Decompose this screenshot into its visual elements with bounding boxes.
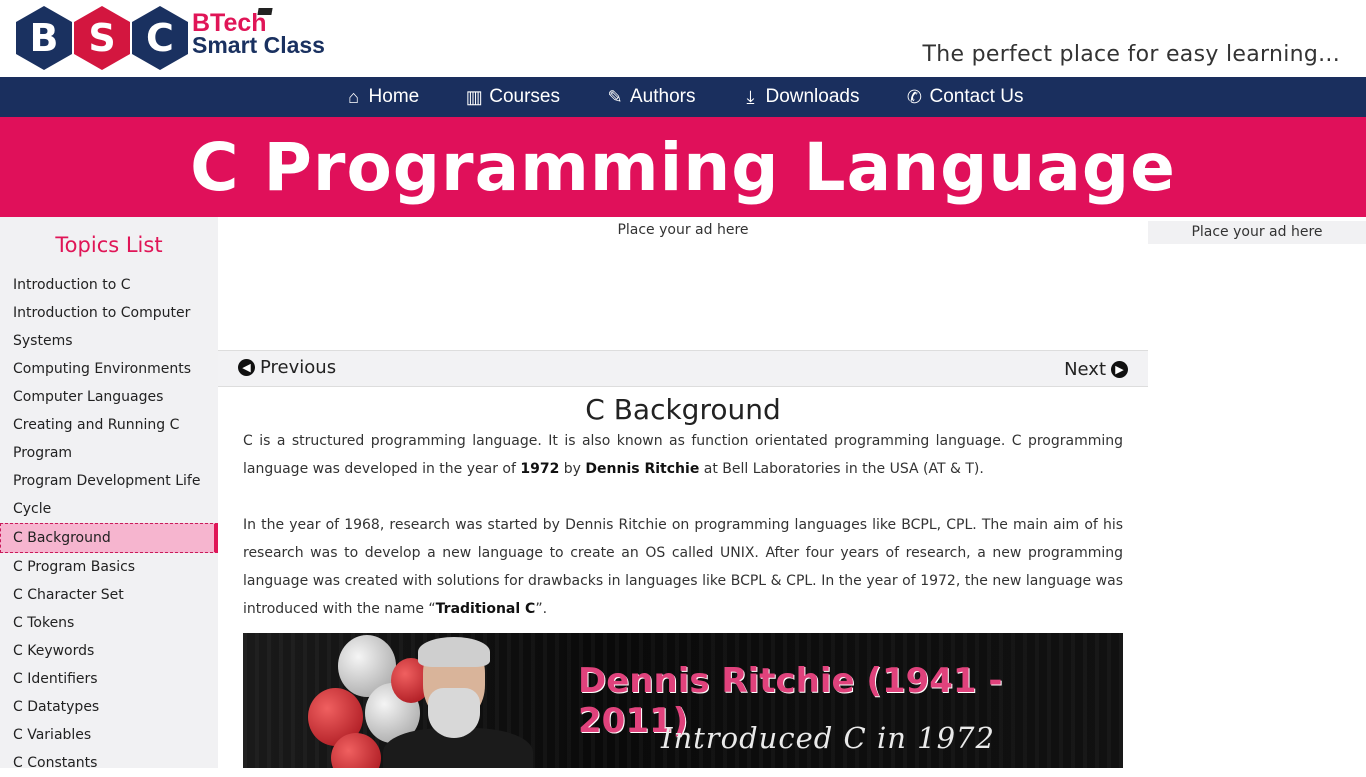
ad-placeholder-right[interactable]: Place your ad here	[1148, 221, 1366, 244]
next-link[interactable]: Next ▶	[1064, 359, 1128, 380]
paragraph-1: C is a structured programming language. …	[243, 433, 1123, 477]
previous-label: Previous	[260, 357, 337, 378]
site-logo[interactable]: B S C BTech Smart Class	[14, 4, 325, 72]
sidebar-topic[interactable]: Computer Languages	[0, 383, 218, 411]
logo-hex-s: S	[72, 5, 132, 71]
pager-bar: ◀ Previous Next ▶	[218, 350, 1148, 387]
sidebar-topic[interactable]: Program Development Life	[0, 467, 218, 495]
sidebar-topic[interactable]: C Datatypes	[0, 693, 218, 721]
download-icon: ⤓	[746, 86, 755, 107]
sidebar-topic[interactable]: Cycle	[0, 495, 218, 523]
ad-placeholder-main[interactable]: Place your ad here	[218, 222, 1148, 238]
previous-link[interactable]: ◀ Previous	[238, 357, 336, 378]
paragraph-2: In the year of 1968, research was starte…	[243, 517, 1123, 617]
page-banner: C Programming Language	[0, 117, 1366, 217]
tagline: The perfect place for easy learning...	[922, 42, 1340, 67]
logo-text: BTech Smart Class	[192, 9, 325, 58]
arrow-right-icon: ▶	[1111, 361, 1128, 378]
sidebar-topic[interactable]: C Character Set	[0, 581, 218, 609]
logo-line1: BTech	[192, 9, 267, 37]
sidebar-topic[interactable]: C Constants	[0, 749, 218, 777]
home-icon: ⌂	[348, 86, 359, 107]
nav-contact[interactable]: ✆ Contact Us	[903, 86, 1024, 108]
nav-courses[interactable]: ▥ Courses	[463, 86, 560, 108]
main-content: Place your ad here ◀ Previous Next ▶ C B…	[218, 217, 1148, 768]
nav-authors-label: Authors	[629, 86, 696, 107]
nav-courses-label: Courses	[489, 86, 560, 107]
sidebar-topic[interactable]: C Variables	[0, 721, 218, 749]
arrow-left-icon: ◀	[238, 359, 255, 376]
person-beard	[428, 688, 480, 738]
sidebar-topic[interactable]: Program	[0, 439, 218, 467]
content-title: C Background	[585, 393, 781, 426]
sidebar-topic[interactable]: Introduction to C	[0, 271, 218, 299]
phone-icon: ✆	[906, 86, 923, 107]
sidebar-topic[interactable]: C Keywords	[0, 637, 218, 665]
sidebar-topic[interactable]: C Tokens	[0, 609, 218, 637]
logo-line2: Smart Class	[192, 32, 325, 58]
logo-hex-b: B	[14, 5, 74, 71]
sidebar-heading: Topics List	[55, 233, 163, 257]
sidebar-topic[interactable]: Introduction to Computer	[0, 299, 218, 327]
sidebar-topic[interactable]: C Identifiers	[0, 665, 218, 693]
bar-chart-icon: ▥	[465, 86, 483, 107]
sidebar-topic[interactable]: Systems	[0, 327, 218, 355]
sidebar-topic[interactable]: Creating and Running C	[0, 411, 218, 439]
nav-home-label: Home	[368, 86, 420, 107]
site-header: B S C BTech Smart Class The perfect plac…	[0, 0, 1366, 77]
banner-title: C Programming Language	[190, 128, 1176, 206]
sidebar-topic[interactable]: Computing Environments	[0, 355, 218, 383]
graduation-cap-icon	[257, 8, 273, 15]
nav-home[interactable]: ⌂ Home	[343, 86, 420, 108]
pencil-icon: ✎	[607, 86, 623, 107]
topics-sidebar: Topics List Introduction to C Introducti…	[0, 217, 218, 771]
logo-hex-c: C	[130, 5, 190, 71]
nav-contact-label: Contact Us	[929, 86, 1024, 107]
next-label: Next	[1064, 359, 1106, 380]
nav-downloads-label: Downloads	[765, 86, 860, 107]
person-hair	[418, 637, 490, 667]
image-subtitle: Introduced C in 1972	[661, 721, 995, 755]
main-nav: ⌂ Home ▥ Courses ✎ Authors ⤓ Downloads ✆…	[0, 77, 1366, 117]
sidebar-topic-active[interactable]: C Background	[0, 523, 218, 553]
nav-downloads[interactable]: ⤓ Downloads	[739, 86, 859, 108]
dennis-ritchie-image: Dennis Ritchie (1941 - 2011) Introduced …	[243, 633, 1123, 768]
sidebar-topic[interactable]: C Program Basics	[0, 553, 218, 581]
nav-authors[interactable]: ✎ Authors	[604, 86, 695, 108]
